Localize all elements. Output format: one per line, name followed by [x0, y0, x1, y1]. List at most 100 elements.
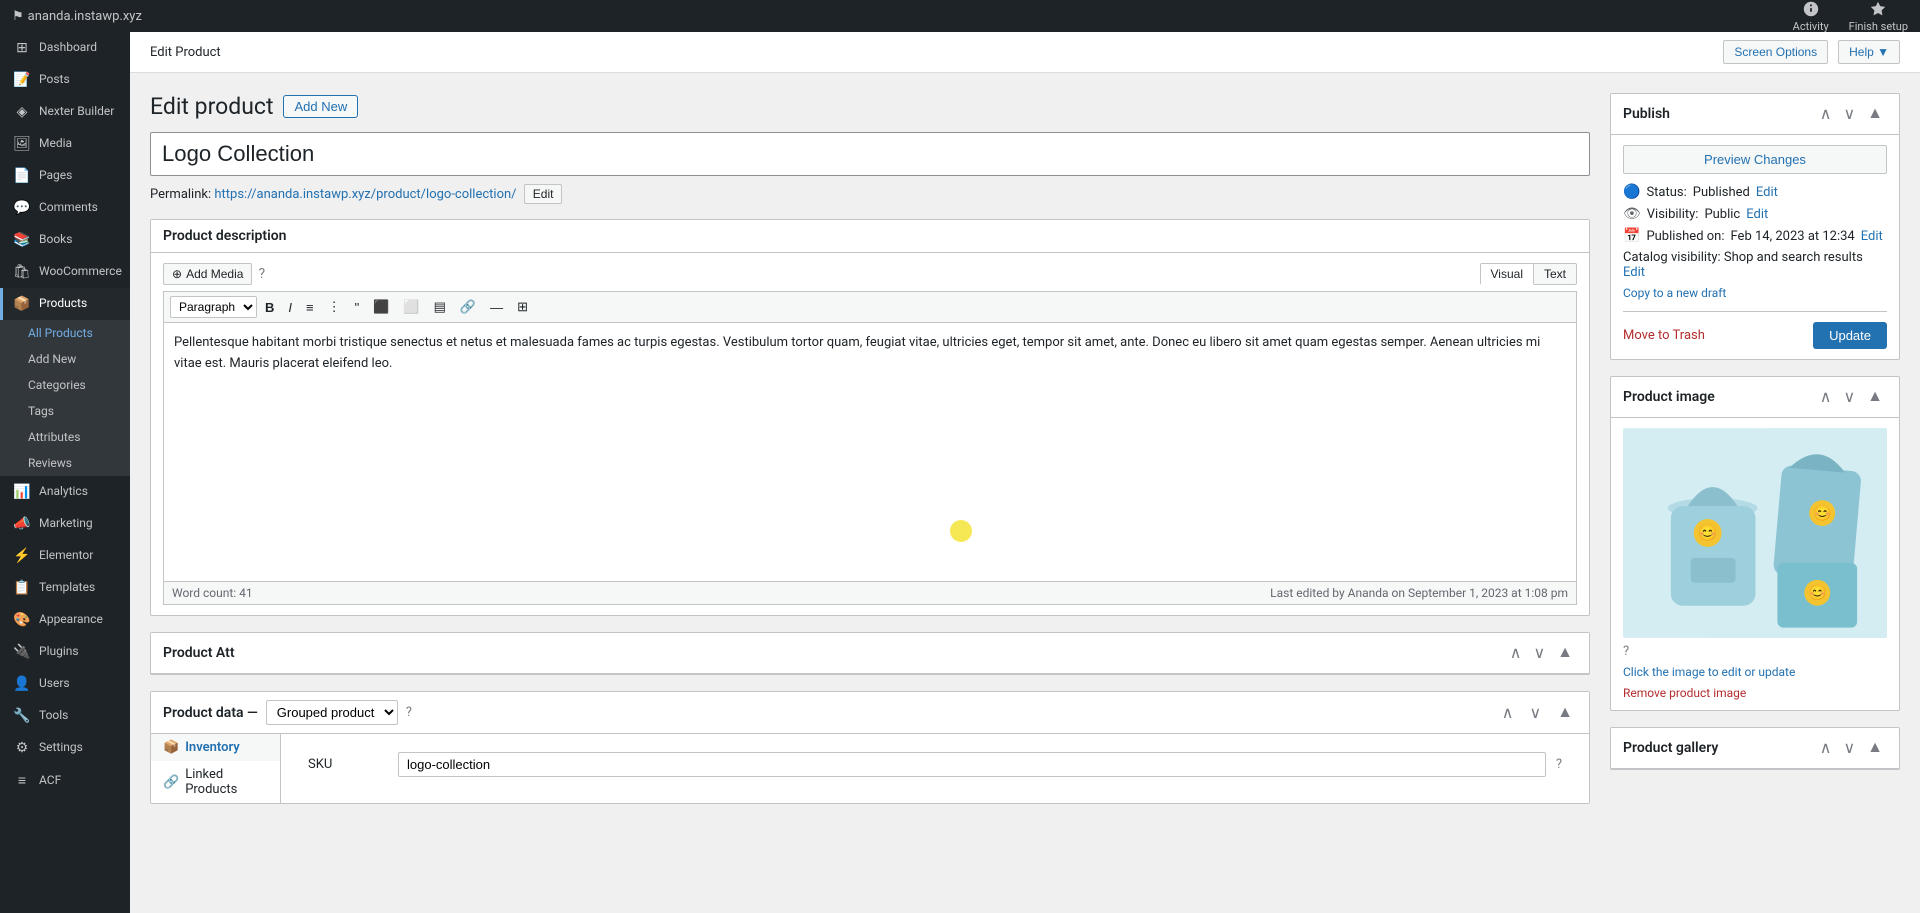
- submenu-categories[interactable]: Categories: [0, 372, 130, 398]
- product-att-header[interactable]: Product Att ∧ ∨ ▲: [151, 633, 1589, 674]
- product-type-select[interactable]: Grouped product: [266, 700, 398, 725]
- publish-ctrl-close[interactable]: ▲: [1863, 102, 1887, 126]
- submenu-tags[interactable]: Tags: [0, 398, 130, 424]
- link-button[interactable]: 🔗: [454, 296, 482, 318]
- product-image-ctrl-down[interactable]: ∨: [1839, 385, 1859, 409]
- sidebar-item-plugins[interactable]: 🔌 Plugins: [0, 636, 130, 668]
- users-icon: 👤: [13, 676, 31, 692]
- visual-tab[interactable]: Visual: [1480, 263, 1534, 285]
- sidebar-item-settings[interactable]: ⚙ Settings: [0, 732, 130, 764]
- publish-ctrl-down[interactable]: ∨: [1839, 102, 1859, 126]
- screen-options-button[interactable]: Screen Options: [1723, 40, 1828, 64]
- unordered-list-button[interactable]: ≡: [300, 297, 320, 318]
- status-edit-link[interactable]: Edit: [1756, 185, 1778, 200]
- product-description-metabox: Product description ⊕ Add Media ?: [150, 219, 1590, 616]
- sidebar-item-pages[interactable]: 📄 Pages: [0, 160, 130, 192]
- pages-icon: 📄: [13, 168, 31, 184]
- format-toolbar: Paragraph B I ≡ ⋮ " ⬛ ⬜ ▤ 🔗 —: [163, 291, 1577, 322]
- submenu-all-products[interactable]: All Products: [0, 320, 130, 346]
- sidebar-item-dashboard[interactable]: ⊞ Dashboard: [0, 32, 130, 64]
- product-type-help-icon[interactable]: ?: [406, 705, 412, 720]
- editor-help-icon[interactable]: ?: [258, 266, 265, 282]
- activity-item[interactable]: Activity: [1793, 0, 1829, 33]
- sidebar-label-books: Books: [39, 232, 72, 248]
- paragraph-select[interactable]: Paragraph: [170, 296, 257, 318]
- sidebar-item-acf[interactable]: ≡ ACF: [0, 764, 130, 797]
- sku-help-icon[interactable]: ?: [1556, 757, 1562, 772]
- product-data-metabox: Product data — Grouped product ? ∧ ∨ ▲: [150, 691, 1590, 804]
- copy-to-draft-link[interactable]: Copy to a new draft: [1623, 286, 1726, 300]
- metabox-description-header[interactable]: Product description: [151, 220, 1589, 253]
- sidebar-item-appearance[interactable]: 🎨 Appearance: [0, 604, 130, 636]
- inventory-tab[interactable]: 📦 Inventory: [151, 734, 280, 761]
- preview-changes-button[interactable]: Preview Changes: [1623, 145, 1887, 174]
- italic-button[interactable]: I: [282, 297, 298, 318]
- submenu-attributes[interactable]: Attributes: [0, 424, 130, 450]
- product-gallery-ctrl-close[interactable]: ▲: [1863, 736, 1887, 760]
- add-new-button[interactable]: Add New: [283, 95, 358, 118]
- align-center-button[interactable]: ⬜: [397, 296, 425, 318]
- sidebar-item-woocommerce[interactable]: 🛍 WooCommerce: [0, 256, 130, 288]
- permalink-url[interactable]: https://ananda.instawp.xyz/product/logo-…: [214, 187, 516, 202]
- product-image-header: Product image ∧ ∨ ▲: [1611, 377, 1899, 418]
- att-toggle-close[interactable]: ▲: [1553, 642, 1577, 664]
- product-title-input[interactable]: [150, 132, 1590, 176]
- sidebar-item-products[interactable]: 📦 Products: [0, 288, 130, 320]
- product-image-ctrl-close[interactable]: ▲: [1863, 385, 1887, 409]
- att-toggle-up[interactable]: ∧: [1506, 641, 1526, 665]
- product-image-preview[interactable]: 😊 😊 😊: [1623, 428, 1887, 638]
- product-data-ctrl-up[interactable]: ∧: [1498, 701, 1518, 725]
- content-area: Edit Product Screen Options Help ▼ Edit …: [130, 32, 1920, 913]
- hr-button[interactable]: —: [484, 297, 509, 318]
- product-image-ctrl-up[interactable]: ∧: [1816, 385, 1836, 409]
- sidebar-item-marketing[interactable]: 📣 Marketing: [0, 508, 130, 540]
- catalog-edit-link[interactable]: Edit: [1623, 265, 1645, 280]
- permalink-edit-button[interactable]: Edit: [524, 184, 563, 204]
- product-data-content: SKU ?: [281, 734, 1589, 803]
- table-button[interactable]: ⊞: [511, 296, 534, 318]
- calendar-icon: 📅: [1623, 228, 1640, 244]
- product-gallery-ctrl-up[interactable]: ∧: [1816, 736, 1836, 760]
- sidebar-item-templates[interactable]: 📋 Templates: [0, 572, 130, 604]
- status-value: Published: [1693, 185, 1750, 200]
- att-toggle-down[interactable]: ∨: [1529, 641, 1549, 665]
- linked-products-tab[interactable]: 🔗 Linked Products: [151, 761, 280, 803]
- align-left-button[interactable]: ⬛: [367, 296, 395, 318]
- text-tab[interactable]: Text: [1534, 263, 1577, 285]
- published-on-edit-link[interactable]: Edit: [1861, 229, 1883, 244]
- add-media-button[interactable]: ⊕ Add Media: [163, 263, 252, 285]
- sidebar-item-nexter-builder[interactable]: ◈ Nexter Builder: [0, 96, 130, 128]
- ordered-list-button[interactable]: ⋮: [322, 296, 347, 318]
- visibility-edit-link[interactable]: Edit: [1746, 207, 1768, 222]
- sidebar-item-books[interactable]: 📚 Books: [0, 224, 130, 256]
- product-gallery-ctrl-down[interactable]: ∨: [1839, 736, 1859, 760]
- submenu-add-new[interactable]: Add New: [0, 346, 130, 372]
- editor-area[interactable]: Pellentesque habitant morbi tristique se…: [163, 322, 1577, 582]
- product-data-body: 📦 Inventory 🔗 Linked Products SKU: [151, 734, 1589, 803]
- help-button[interactable]: Help ▼: [1838, 40, 1900, 64]
- sidebar-item-analytics[interactable]: 📊 Analytics: [0, 476, 130, 508]
- sku-input[interactable]: [398, 752, 1546, 777]
- product-image-help-icon[interactable]: ?: [1623, 644, 1887, 659]
- sidebar: ⊞ Dashboard 📝 Posts ◈ Nexter Builder 🖼 M…: [0, 32, 130, 913]
- finish-setup-item[interactable]: Finish setup: [1849, 0, 1908, 33]
- click-to-edit-link[interactable]: Click the image to edit or update: [1623, 665, 1795, 679]
- submenu-reviews[interactable]: Reviews: [0, 450, 130, 476]
- sidebar-item-users[interactable]: 👤 Users: [0, 668, 130, 700]
- align-right-button[interactable]: ▤: [428, 296, 452, 318]
- product-data-ctrl-close[interactable]: ▲: [1553, 702, 1577, 724]
- sidebar-item-tools[interactable]: 🔧 Tools: [0, 700, 130, 732]
- sidebar-item-posts[interactable]: 📝 Posts: [0, 64, 130, 96]
- bold-button[interactable]: B: [259, 297, 280, 318]
- remove-product-image-link[interactable]: Remove product image: [1623, 686, 1887, 700]
- publish-ctrl-up[interactable]: ∧: [1816, 102, 1836, 126]
- tools-icon: 🔧: [13, 708, 31, 724]
- update-button[interactable]: Update: [1813, 322, 1887, 349]
- product-data-ctrl-down[interactable]: ∨: [1525, 701, 1545, 725]
- sidebar-item-media[interactable]: 🖼 Media: [0, 128, 130, 160]
- sidebar-item-elementor[interactable]: ⚡ Elementor: [0, 540, 130, 572]
- wp-logo-item[interactable]: ⚑ ananda.instawp.xyz: [12, 9, 142, 24]
- blockquote-button[interactable]: ": [349, 297, 366, 318]
- move-to-trash-link[interactable]: Move to Trash: [1623, 328, 1705, 343]
- sidebar-item-comments[interactable]: 💬 Comments: [0, 192, 130, 224]
